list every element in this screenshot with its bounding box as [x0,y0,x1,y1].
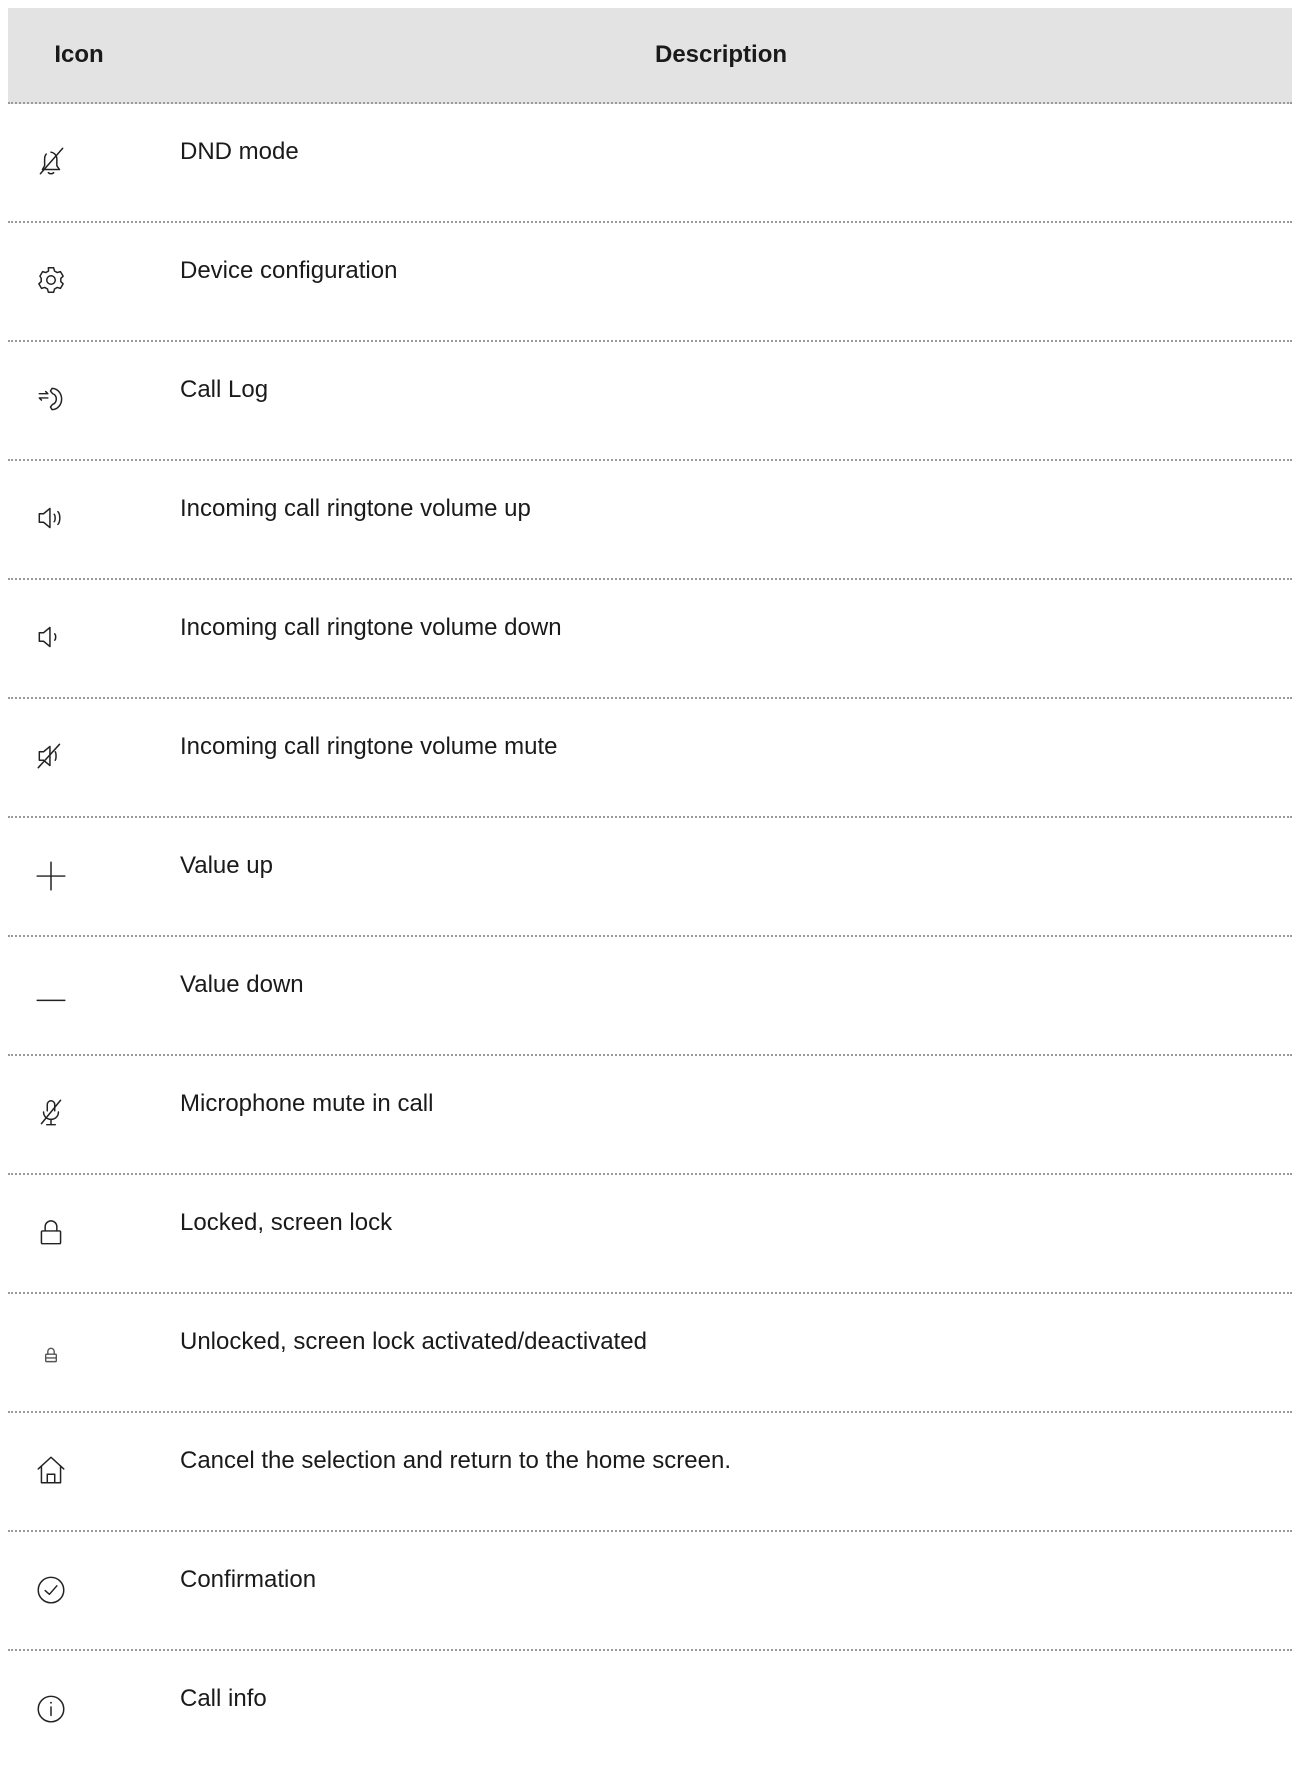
volume-down-icon [34,620,68,654]
table-row: Value up [8,818,1292,937]
volume-mute-icon [34,739,68,773]
row-description: DND mode [180,138,299,165]
table-row: Incoming call ringtone volume up [8,461,1292,580]
table-header: Icon Description [8,8,1292,104]
table-row: Incoming call ringtone volume down [8,580,1292,699]
table-row: Incoming call ringtone volume mute [8,699,1292,818]
bell-off-icon [34,144,68,178]
gear-icon [34,263,68,297]
lock-icon [34,1215,68,1249]
unlock-small-icon [34,1334,68,1368]
table-row: DND mode [8,104,1292,223]
table-row: Microphone mute in call [8,1056,1292,1175]
header-icon: Icon [54,41,104,68]
header-description: Description [654,41,788,68]
table-row: Unlocked, screen lock activated/deactiva… [8,1294,1292,1413]
row-description: Device configuration [180,257,398,284]
table-row: Device configuration [8,223,1292,342]
plus-icon [34,858,68,892]
table-row: Confirmation [8,1532,1292,1651]
table-row: Value down [8,937,1292,1056]
row-description: Incoming call ringtone volume mute [180,733,558,760]
row-description: Confirmation [180,1566,317,1593]
row-description: Value down [180,971,304,998]
microphone-mute-icon [34,1096,68,1130]
volume-up-icon [34,501,68,535]
info-icon [34,1691,68,1725]
call-log-icon [34,382,68,416]
icon-table: Icon Description DND mode Device configu… [8,8,1292,1770]
row-description: Cancel the selection and return to the h… [180,1447,731,1474]
row-description: Incoming call ringtone volume up [180,495,531,522]
table-row: Call Log [8,342,1292,461]
row-description: Locked, screen lock [180,1209,393,1236]
table-row: Locked, screen lock [8,1175,1292,1294]
table-row: Cancel the selection and return to the h… [8,1413,1292,1532]
row-description: Incoming call ringtone volume down [180,614,562,641]
minus-icon [34,977,68,1011]
home-icon [34,1453,68,1487]
check-circle-icon [34,1572,68,1606]
row-description: Call info [180,1685,267,1712]
table-row: Call info [8,1651,1292,1770]
row-description: Microphone mute in call [180,1090,434,1117]
row-description: Value up [180,852,273,879]
row-description: Call Log [180,376,269,403]
row-description: Unlocked, screen lock activated/deactiva… [180,1328,647,1355]
